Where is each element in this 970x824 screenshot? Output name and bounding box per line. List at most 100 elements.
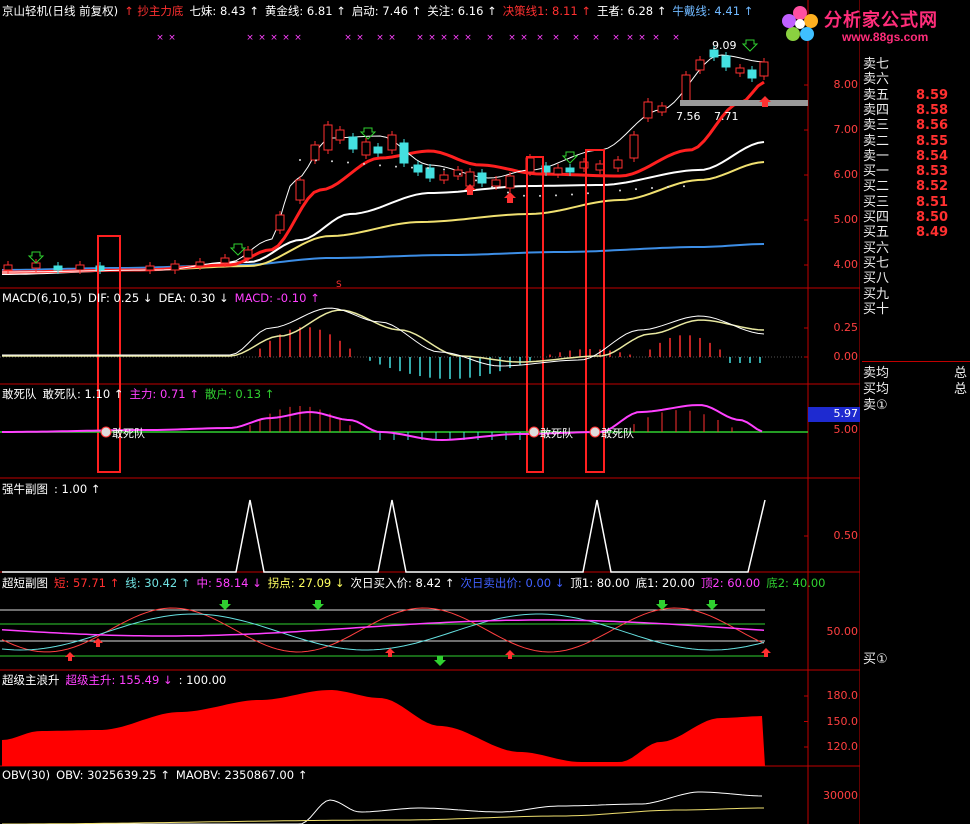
qn-signal-line: [2, 499, 766, 573]
orderbook-label: 买二: [863, 179, 890, 195]
dot-marker: [571, 193, 573, 196]
orderbook-price: 8.54: [916, 148, 949, 164]
dot-marker: [683, 185, 685, 188]
orderbook-row: 卖五 8.59: [862, 88, 970, 103]
logo-title: 分析家公式网: [824, 10, 938, 31]
orderbook-label: 买七: [863, 255, 890, 271]
up-arrow-icon: [504, 192, 516, 203]
signal-mark: ×: [672, 33, 680, 43]
dot-marker: [443, 168, 445, 171]
header-cd: 超短副图 短: 57.71 ↑ 线: 30.42 ↑ 中: 58.14 ↓ 拐点: 27…: [2, 576, 832, 590]
header-item: 王者: 6.28 ↑: [596, 4, 667, 18]
orderbook-label: 买六: [863, 240, 890, 256]
signal-mark: ×: [626, 33, 634, 43]
orderbook-label: 卖五: [863, 87, 890, 103]
stock-chart[interactable]: × × × × × × × × × × × × × × × × × × × × × × × × × × × × 9.09 7.56 7.71…: [0, 0, 860, 824]
candle-body: [505, 175, 515, 189]
orderbook-separator: [862, 361, 970, 362]
header-item: OBV(30): [2, 768, 51, 782]
signal-mark: ×: [356, 33, 364, 43]
header-gd: 敢死队 敢死队: 1.10 ↑ 主力: 0.71 ↑ 散户: 0.13 ↑: [2, 387, 280, 401]
candle-body: [387, 134, 397, 151]
signal-mark: ×: [168, 33, 176, 43]
orderbook-label: 买十: [863, 301, 890, 317]
orderbook-row: 买七: [862, 256, 970, 271]
candle-body: [613, 159, 623, 169]
candle-body: [195, 261, 205, 267]
orderbook-label: 卖二: [863, 133, 890, 149]
header-item: 敢死队: [2, 387, 37, 401]
signal-mark: ×: [592, 33, 600, 43]
header-item: 黄金线: 6.81 ↑: [264, 4, 346, 18]
dot-marker: [331, 160, 333, 163]
signal-mark: ×: [282, 33, 290, 43]
signal-mark: ×: [508, 33, 516, 43]
candle-body: [695, 59, 705, 71]
header-item: 超级主升: 155.49 ↓: [65, 673, 173, 687]
gd-marker-icon: [528, 426, 540, 438]
orderbook-row: 卖三 8.56: [862, 118, 970, 133]
candle-body: [75, 264, 85, 271]
signal-mark: ×: [464, 33, 472, 43]
dot-marker: [539, 194, 541, 197]
header-item: 次日卖出价: 0.00 ↓: [460, 576, 565, 590]
header-item: 底2: 40.00: [766, 576, 826, 590]
axis-label-macd: 0.25: [833, 321, 859, 334]
dot-marker: [315, 159, 317, 162]
gd-marker-icon: [589, 426, 601, 438]
resistance-bar: [680, 100, 808, 106]
dot-marker: [459, 173, 461, 176]
obv-line: [2, 791, 763, 824]
orderbook-price: 8.50: [916, 210, 949, 225]
signal-mark: ×: [428, 33, 436, 43]
orderbook-label: 买五: [863, 225, 890, 241]
candle-body: [453, 169, 463, 177]
orderbook-row: 买五 8.49: [862, 225, 970, 240]
orderbook-label: 卖三: [863, 118, 890, 134]
axis-label-main: 8.00: [833, 78, 859, 91]
orderbook-label: 买一: [863, 164, 890, 180]
orderbook-row: 买四 8.50: [862, 210, 970, 225]
header-item: : 1.00 ↑: [54, 482, 101, 496]
up-arrow-icon: [505, 650, 515, 659]
header-item: 顶1: 80.00: [570, 576, 630, 590]
header-item: MACD: -0.10 ↑: [234, 291, 320, 305]
signal-mark: ×: [440, 33, 448, 43]
annotation-high: 9.09: [712, 39, 737, 52]
ma-blue-line: [2, 243, 765, 271]
candle-body: [220, 257, 230, 264]
logo-url: www.88gs.com: [842, 30, 929, 44]
candle-body: [373, 146, 383, 154]
orderbook-row: 买九: [862, 287, 970, 302]
signal-box: [585, 149, 605, 473]
signal-mark: ×: [452, 33, 460, 43]
orderbook-label: 卖七: [863, 57, 890, 72]
signal-mark: ×: [156, 33, 164, 43]
candle-body: [721, 55, 731, 68]
header-item: OBV: 3025639.25 ↑: [56, 768, 170, 782]
axis-label-main: 7.00: [833, 123, 859, 136]
candle-body: [681, 74, 691, 103]
orderbook-label: 卖一: [863, 148, 890, 164]
dot-marker: [635, 188, 637, 191]
orderbook-row: 卖六: [862, 72, 970, 87]
down-arrow-icon: [229, 243, 247, 256]
header-item: 敢死队: 1.10 ↑: [42, 387, 124, 401]
ma-white-line: [2, 141, 765, 275]
signal-mark: ×: [520, 33, 528, 43]
candle-body: [335, 129, 345, 141]
signal-mark: ×: [344, 33, 352, 43]
annotation-s: S: [336, 280, 342, 290]
down-arrow-icon: [706, 600, 718, 610]
candle-body: [3, 264, 13, 271]
candle-body: [759, 61, 769, 77]
down-arrow-icon: [219, 600, 231, 610]
dot-marker: [523, 194, 525, 197]
signal-mark: ×: [270, 33, 278, 43]
orderbook-row: 卖四 8.58: [862, 103, 970, 118]
dot-marker: [411, 166, 413, 169]
site-logo: 分析家公式网 www.88gs.com: [780, 2, 970, 48]
candle-body: [243, 249, 253, 259]
header-item: MACD(6,10,5): [2, 291, 83, 305]
up-arrow-icon: [93, 638, 103, 647]
